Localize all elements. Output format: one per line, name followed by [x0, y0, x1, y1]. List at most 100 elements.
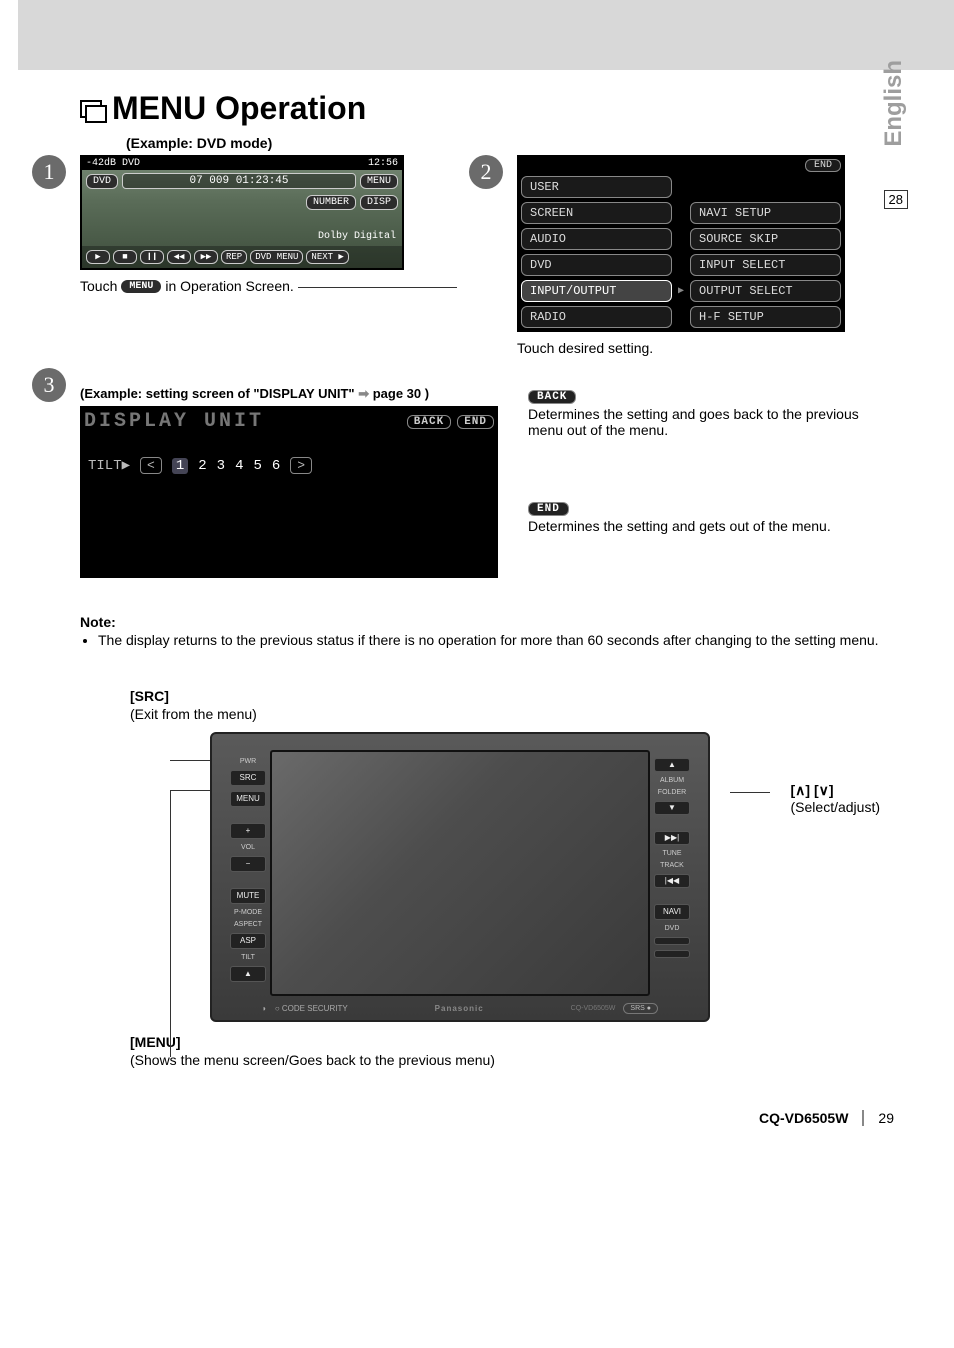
menu-item-navi-setup[interactable]: NAVI SETUP [690, 202, 841, 224]
section-icon [80, 100, 102, 118]
page-title: MENU Operation [112, 90, 366, 127]
submenu-arrow-icon: ▶ [678, 280, 684, 302]
menu-button[interactable]: MENU [230, 791, 266, 807]
tilt-label: TILT [230, 954, 266, 961]
callout-line [730, 792, 770, 793]
step1-example-label: (Example: DVD mode) [126, 135, 894, 151]
step-3-badge: 3 [32, 368, 66, 402]
forward-button[interactable]: ▶▶ [194, 250, 218, 264]
back-button[interactable]: BACK [407, 415, 451, 429]
vol-up-button[interactable]: + [230, 823, 266, 839]
dolby-badge: Dolby Digital [82, 213, 402, 246]
rewind-button[interactable]: ◀◀ [167, 250, 191, 264]
dvd-mode-button[interactable]: DVD [86, 174, 118, 189]
head-unit-illustration: PWR SRC MENU + VOL − MUTE P-MODE ASPECT … [210, 732, 710, 1022]
pause-button[interactable]: ❙❙ [140, 250, 164, 264]
menu-item-audio[interactable]: AUDIO [521, 228, 672, 250]
dvdmenu-button[interactable]: DVD MENU [250, 250, 303, 264]
mute-button[interactable]: MUTE [230, 888, 266, 904]
dvd-menu-button[interactable]: MENU [360, 174, 398, 189]
vol-down-button[interactable]: − [230, 856, 266, 872]
end-button[interactable]: END [457, 415, 494, 429]
down-button[interactable]: ▼ [654, 801, 690, 815]
step2-caption-text: Touch desired setting. [517, 340, 653, 356]
back-description: Determines the setting and goes back to … [528, 406, 859, 438]
select-callout-sub: (Select/adjust) [791, 799, 880, 815]
track-next-button[interactable]: ▶▶| [654, 831, 690, 845]
tune-label: TUNE [654, 850, 690, 857]
unit-left-controls: PWR SRC MENU + VOL − MUTE P-MODE ASPECT … [226, 750, 270, 996]
dvd-status-left: -42dB DVD [86, 158, 140, 169]
tilt-prev-button[interactable]: < [140, 457, 162, 474]
end-button[interactable]: END [805, 159, 841, 172]
tilt-2[interactable]: 2 [198, 458, 206, 474]
next-button[interactable]: NEXT ▶ [306, 250, 348, 264]
step-2-badge: 2 [469, 155, 503, 189]
back-description-block: BACK Determines the setting and goes bac… [528, 386, 894, 438]
display-unit-title: DISPLAY UNIT [84, 410, 264, 433]
pmode-label: P-MODE [230, 909, 266, 916]
up-button[interactable]: ▲ [654, 758, 690, 772]
code-security-label: ○ CODE SECURITY [275, 1004, 348, 1013]
end-pill-icon: END [528, 502, 569, 516]
disc-slot-icon: ◗ [262, 1004, 267, 1013]
blank-button-2[interactable] [654, 950, 690, 958]
tilt-4[interactable]: 4 [235, 458, 243, 474]
unit-display-screen [270, 750, 650, 996]
track-label: TRACK [654, 862, 690, 869]
src-button[interactable]: SRC [230, 770, 266, 786]
eject-button[interactable]: ▲ [230, 966, 266, 982]
language-tab: English [880, 60, 908, 147]
menu-item-source-skip[interactable]: SOURCE SKIP [690, 228, 841, 250]
back-pill-icon: BACK [528, 390, 576, 404]
pwr-label: PWR [230, 758, 266, 765]
asp-button[interactable]: ASP [230, 933, 266, 949]
select-callout-label: [∧] [∨] [791, 782, 834, 798]
unit-model-label: CQ-VD6505W [571, 1005, 616, 1012]
blank-button-1[interactable] [654, 937, 690, 945]
menu-item-user[interactable]: USER [521, 176, 672, 198]
step1-caption-prefix: Touch [80, 278, 117, 294]
end-description: Determines the setting and gets out of t… [528, 518, 831, 534]
play-button[interactable]: ▶ [86, 250, 110, 264]
footer-page-number: 29 [878, 1110, 894, 1126]
step1-caption: Touch MENU in Operation Screen. [80, 278, 457, 294]
tilt-5[interactable]: 5 [253, 458, 261, 474]
select-callout: [∧] [∨] (Select/adjust) [791, 782, 880, 815]
note-text: The display returns to the previous stat… [98, 632, 894, 648]
menu-item-screen[interactable]: SCREEN [521, 202, 672, 224]
step3-caption-prefix: (Example: setting screen of "DISPLAY UNI… [80, 386, 355, 401]
menu-item-input-select[interactable]: INPUT SELECT [690, 254, 841, 276]
vol-label: VOL [230, 844, 266, 851]
menu-item-dvd[interactable]: DVD [521, 254, 672, 276]
step3-caption: (Example: setting screen of "DISPLAY UNI… [80, 386, 498, 402]
tilt-next-button[interactable]: > [290, 457, 312, 474]
stop-button[interactable]: ■ [113, 250, 137, 264]
top-grey-banner [18, 0, 954, 70]
menu-item-radio[interactable]: RADIO [521, 306, 672, 328]
folder-label: FOLDER [654, 789, 690, 796]
menu-item-input-output[interactable]: INPUT/OUTPUT [521, 280, 672, 302]
menu-pill-icon: MENU [121, 280, 161, 293]
display-unit-screen: DISPLAY UNIT BACK END TILT▶ < 1 2 3 4 5 … [80, 406, 498, 578]
menu-item-output-select[interactable]: OUTPUT SELECT [690, 280, 841, 302]
dvd-number-button[interactable]: NUMBER [306, 195, 356, 210]
tilt-6[interactable]: 6 [272, 458, 280, 474]
src-callout-sub: (Exit from the menu) [130, 706, 257, 722]
navi-button[interactable]: NAVI [654, 904, 690, 920]
tilt-label: TILT▶ [88, 457, 130, 474]
menu-callout: [MENU] (Shows the menu screen/Goes back … [130, 1034, 894, 1070]
repeat-button[interactable]: REP [221, 250, 247, 264]
srs-badge: SRS ● [623, 1003, 658, 1014]
src-callout-label: [SRC] [130, 688, 169, 704]
note-label: Note: [80, 614, 116, 630]
tilt-1[interactable]: 1 [172, 458, 188, 474]
dvd-operation-screen: -42dB DVD 12:56 DVD 07 009 01:23:45 MENU… [80, 155, 404, 270]
dvd-playback-info: 07 009 01:23:45 [122, 173, 356, 189]
track-prev-button[interactable]: |◀◀ [654, 874, 690, 888]
dvd-disp-button[interactable]: DISP [360, 195, 398, 210]
step-1-badge: 1 [32, 155, 66, 189]
menu-item-hf-setup[interactable]: H-F SETUP [690, 306, 841, 328]
tilt-3[interactable]: 3 [217, 458, 225, 474]
arrow-right-icon: ➡ [358, 386, 369, 401]
